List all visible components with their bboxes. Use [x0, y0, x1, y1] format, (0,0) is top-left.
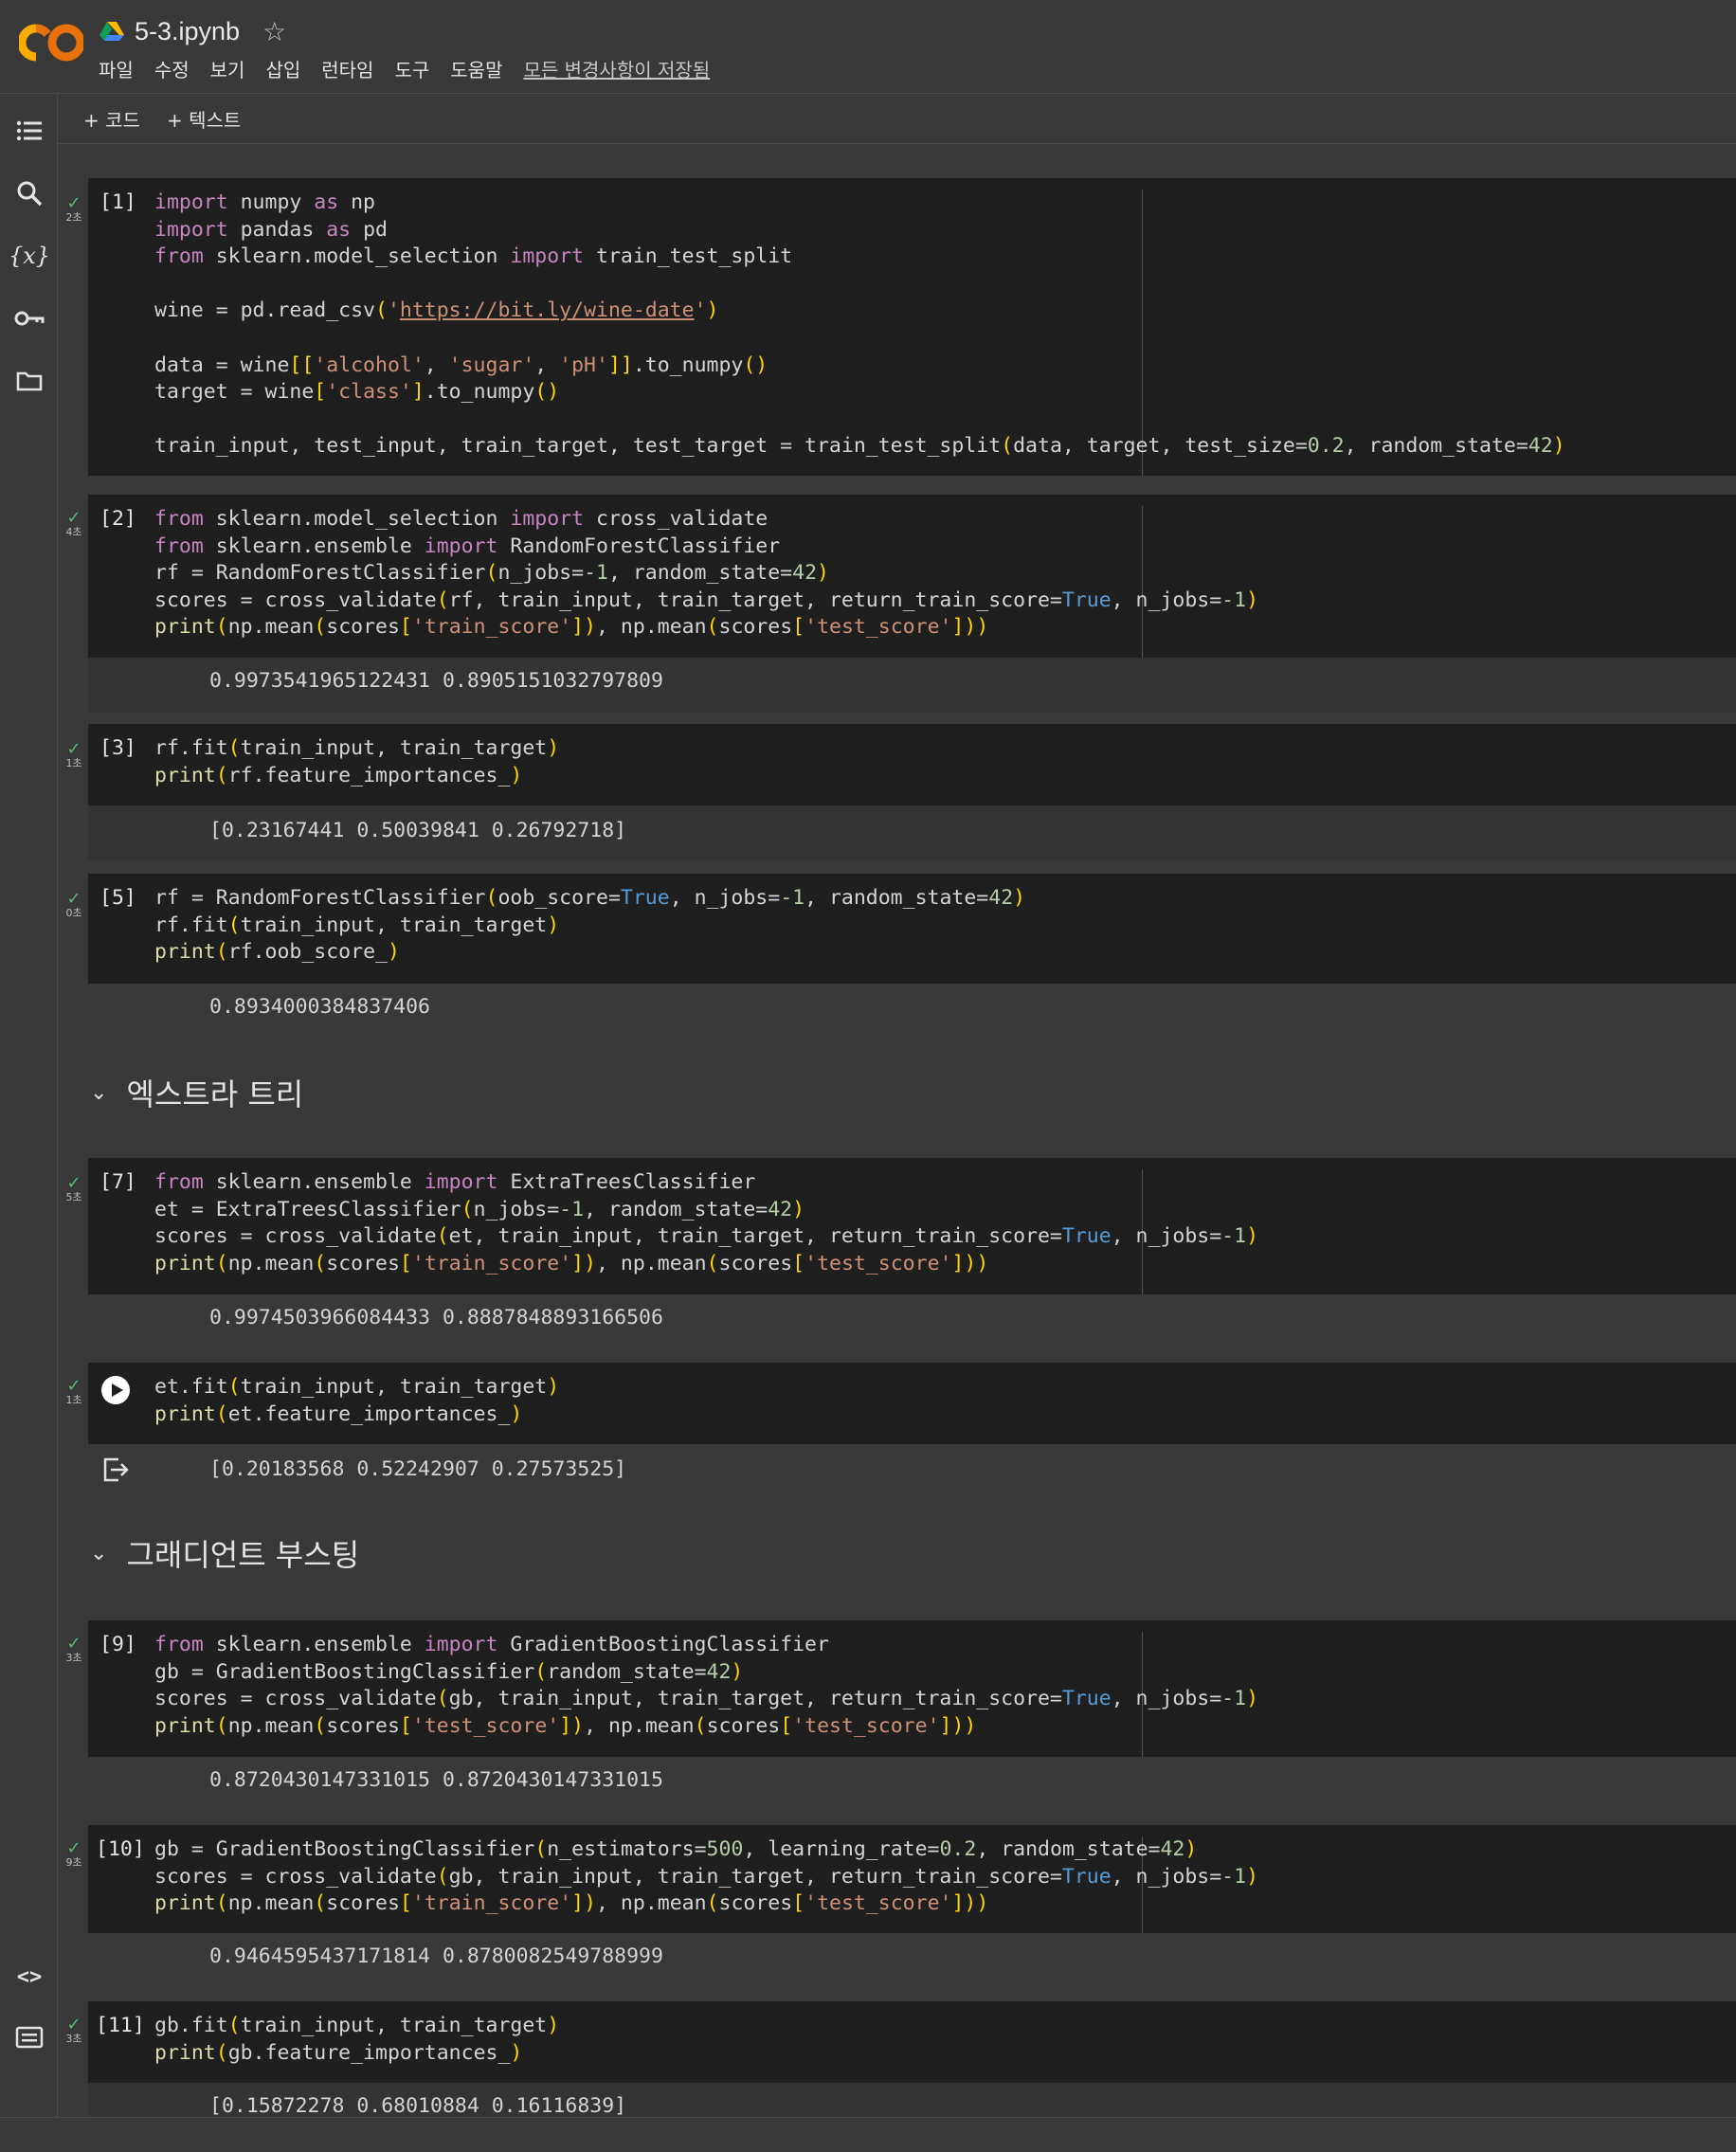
cell-status: ✓ 9초: [63, 1840, 84, 1869]
cell-status: ✓ 3초: [63, 1636, 84, 1664]
cell-code[interactable]: gb = GradientBoostingClassifier(n_estima…: [154, 1836, 1258, 1918]
menu-file[interactable]: 파일: [99, 55, 134, 82]
cell-prompt: [2]: [99, 507, 136, 531]
cell-code[interactable]: from sklearn.ensemble import GradientBoo…: [154, 1632, 1258, 1740]
cell-output: 0.8934000384837406: [209, 995, 430, 1019]
code-snippets-icon[interactable]: <>: [13, 1961, 45, 1993]
section-title: 그래디언트 부스팅: [126, 1537, 360, 1573]
menu-tools[interactable]: 도구: [394, 55, 429, 82]
code-cell[interactable]: [7] from sklearn.ensemble import ExtraTr…: [88, 1158, 1736, 1294]
cell-code[interactable]: et.fit(train_input, train_target) print(…: [154, 1374, 559, 1428]
check-icon: ✓: [66, 739, 81, 759]
cell-prompt: [3]: [99, 736, 136, 760]
section-heading: ⌄ 엑스트라 트리: [90, 1071, 303, 1114]
section-title: 엑스트라 트리: [126, 1076, 304, 1112]
cell-status: ✓ 5초: [63, 1175, 84, 1203]
cell-output: [0.15872278 0.68010884 0.16116839]: [209, 2094, 627, 2117]
cell-prompt: [5]: [99, 886, 136, 910]
chevron-down-icon[interactable]: ⌄: [90, 1081, 107, 1105]
save-status[interactable]: 모든 변경사항이 저장됨: [523, 55, 710, 82]
cell-code[interactable]: from sklearn.model_selection import cros…: [154, 506, 1258, 642]
status-bar: [0, 2117, 1736, 2152]
cell-output: 0.9974503966084433 0.8887848893166506: [209, 1306, 663, 1329]
code-cell[interactable]: et.fit(train_input, train_target) print(…: [88, 1363, 1736, 1444]
run-cell-button[interactable]: [101, 1376, 130, 1404]
cell-prompt: [9]: [99, 1633, 136, 1656]
notebook-title[interactable]: 5-3.ipynb: [135, 17, 240, 46]
output-options-icon[interactable]: [101, 1456, 130, 1484]
check-icon: ✓: [66, 2015, 81, 2034]
cell-status: ✓ 3초: [63, 2016, 84, 2045]
check-icon: ✓: [66, 1376, 81, 1396]
cell-output: 0.9973541965122431 0.8905151032797809: [209, 669, 663, 693]
menu-bar: 파일 수정 보기 삽입 런타임 도구 도움말 모든 변경사항이 저장됨: [99, 55, 731, 82]
check-icon: ✓: [66, 1838, 81, 1858]
check-icon: ✓: [66, 1173, 81, 1193]
top-bar: 5-3.ipynb ☆ 파일 수정 보기 삽입 런타임 도구 도움말 모든 변경…: [0, 0, 1736, 94]
search-icon[interactable]: [13, 177, 45, 209]
terminal-icon[interactable]: [13, 2021, 45, 2053]
check-icon: ✓: [66, 193, 81, 213]
cell-status: ✓ 4초: [63, 510, 84, 538]
cell-code[interactable]: import numpy as np import pandas as pd f…: [154, 190, 1565, 461]
add-code-cell-button[interactable]: + 코드: [83, 105, 140, 133]
table-of-contents-icon[interactable]: [13, 115, 45, 147]
check-icon: ✓: [66, 508, 81, 528]
cell-status: ✓ 1초: [63, 1378, 84, 1406]
cell-code[interactable]: from sklearn.ensemble import ExtraTreesC…: [154, 1169, 1258, 1277]
cell-code[interactable]: gb.fit(train_input, train_target) print(…: [154, 2013, 559, 2067]
variables-icon[interactable]: {x}: [9, 240, 50, 272]
cell-status: ✓ 2초: [63, 195, 84, 224]
secrets-key-icon[interactable]: [13, 302, 45, 335]
cell-code[interactable]: rf = RandomForestClassifier(oob_score=Tr…: [154, 885, 1025, 967]
cell-status: ✓ 1초: [63, 741, 84, 769]
code-cell[interactable]: [9] from sklearn.ensemble import Gradien…: [88, 1620, 1736, 1757]
notebook-body: ✓ 2초 [1] import numpy as np import pandas…: [58, 144, 1736, 2117]
menu-insert[interactable]: 삽입: [265, 55, 300, 82]
cell-prompt: [11]: [96, 2014, 145, 2037]
check-icon: ✓: [66, 1634, 81, 1654]
cell-prompt: [10]: [96, 1837, 145, 1861]
check-icon: ✓: [66, 889, 81, 909]
section-heading: ⌄ 그래디언트 부스팅: [90, 1531, 359, 1575]
google-drive-icon: [99, 22, 124, 41]
chevron-down-icon[interactable]: ⌄: [90, 1542, 107, 1565]
cell-output: [0.23167441 0.50039841 0.26792718]: [209, 819, 627, 842]
add-text-cell-button[interactable]: + 텍스트: [167, 105, 241, 133]
cell-prompt: [7]: [99, 1170, 136, 1194]
menu-view[interactable]: 보기: [210, 55, 245, 82]
colab-logo[interactable]: [19, 21, 83, 64]
cell-output: 0.9464595437171814 0.8780082549788999: [209, 1944, 663, 1968]
code-cell[interactable]: [2] from sklearn.model_selection import …: [88, 495, 1736, 658]
code-cell[interactable]: [3] rf.fit(train_input, train_target) pr…: [88, 724, 1736, 805]
code-cell[interactable]: [11] gb.fit(train_input, train_target) p…: [88, 2001, 1736, 2083]
menu-edit[interactable]: 수정: [154, 55, 190, 82]
code-cell[interactable]: [5] rf = RandomForestClassifier(oob_scor…: [88, 874, 1736, 984]
left-sidebar: {x} <>: [0, 94, 58, 2117]
cell-status: ✓ 0초: [63, 891, 84, 919]
cell-code[interactable]: rf.fit(train_input, train_target) print(…: [154, 735, 559, 789]
files-folder-icon[interactable]: [13, 365, 45, 397]
star-icon[interactable]: ☆: [262, 16, 286, 47]
cell-prompt: [1]: [99, 190, 136, 214]
cell-output: [0.20183568 0.52242907 0.27573525]: [209, 1457, 627, 1481]
code-cell[interactable]: [10] gb = GradientBoostingClassifier(n_e…: [88, 1825, 1736, 1933]
notebook-toolbar: + 코드 + 텍스트: [58, 94, 1736, 144]
cell-output: 0.8720430147331015 0.8720430147331015: [209, 1768, 663, 1792]
menu-help[interactable]: 도움말: [450, 55, 502, 82]
code-cell[interactable]: [1] import numpy as np import pandas as …: [88, 178, 1736, 476]
menu-runtime[interactable]: 런타임: [321, 55, 373, 82]
title-row: 5-3.ipynb ☆: [99, 13, 286, 49]
